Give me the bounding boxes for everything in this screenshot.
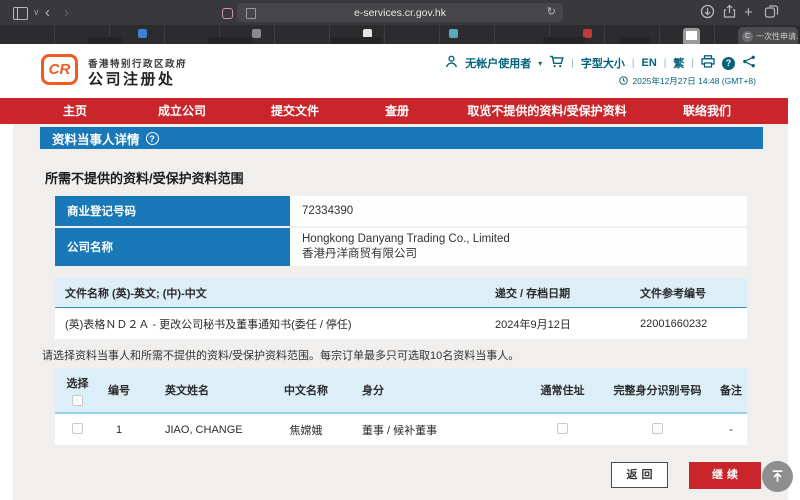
- cart-icon[interactable]: [549, 55, 564, 71]
- doc-name: (英)表格ＮＤ２Ａ - 更改公司秘书及董事通知书(委任 / 停任): [55, 316, 495, 332]
- share-icon[interactable]: [722, 4, 737, 24]
- back-button[interactable]: 返回: [611, 462, 668, 488]
- col-select: 选择: [67, 375, 89, 391]
- row-no: 1: [100, 424, 138, 436]
- tab-label: 一次性申请...: [756, 31, 798, 42]
- data-subject-table-header: 选择 编号 英文姓名 中文名称 身分 通常住址 完整身分识别号码 备注: [55, 368, 747, 414]
- separator: |: [571, 58, 574, 69]
- nav-filing[interactable]: 提交文件: [271, 98, 319, 124]
- doc-date: 2024年9月12日: [495, 316, 640, 332]
- site-header: CR 香港特别行政区政府 公司注册处 无帐户使用者 ▾ | 字型大小 | EN …: [0, 44, 800, 98]
- document-table-header: 文件名称 (英)-英文; (中)-中文 递交 / 存档日期 文件参考编号: [55, 278, 747, 308]
- select-all-checkbox[interactable]: [72, 395, 83, 406]
- scroll-to-top-button[interactable]: [762, 461, 793, 492]
- page-title: 资料当事人详情: [52, 129, 140, 148]
- col-remark: 备注: [715, 382, 747, 398]
- tab-strip: C 一次性申请...: [0, 25, 800, 44]
- col-capacity: 身分: [347, 382, 525, 398]
- address-bar[interactable]: e-services.cr.gov.hk ↻: [237, 3, 563, 22]
- col-doc-name: 文件名称 (英)-英文; (中)-中文: [55, 285, 495, 301]
- col-doc-date: 递交 / 存档日期: [495, 285, 640, 301]
- row-name-en: JIAO, CHANGE: [138, 424, 265, 436]
- arrow-to-top-icon: [770, 469, 785, 484]
- col-id-number: 完整身分识别号码: [600, 382, 715, 398]
- nav-contact[interactable]: 联络我们: [683, 98, 731, 124]
- extension-icon[interactable]: [222, 8, 233, 19]
- lang-en[interactable]: EN: [642, 57, 657, 69]
- company-name-label: 公司名称: [55, 228, 290, 266]
- tab-overview-icon[interactable]: [764, 4, 779, 24]
- col-name-en: 英文姓名: [138, 382, 265, 398]
- reload-icon[interactable]: ↻: [547, 3, 556, 22]
- row-name-zh: 焦嫦娥: [265, 422, 347, 438]
- lang-traditional[interactable]: 繁: [673, 55, 684, 71]
- continue-button[interactable]: 继续: [689, 462, 761, 489]
- dept-title: 公司注册处: [88, 68, 176, 89]
- section-title: 所需不提供的资料/受保护资料范围: [45, 168, 244, 187]
- browser-toolbar: ∨ ‹ › e-services.cr.gov.hk ↻ +: [0, 0, 800, 25]
- row-capacity: 董事 / 候补董事: [347, 422, 525, 438]
- row-remark: -: [715, 424, 747, 436]
- nav-incorporation[interactable]: 成立公司: [158, 98, 206, 124]
- company-name-en: Hongkong Danyang Trading Co., Limited: [302, 232, 747, 247]
- row-select-checkbox[interactable]: [72, 423, 83, 434]
- document-row: (英)表格ＮＤ２Ａ - 更改公司秘书及董事通知书(委任 / 停任) 2024年9…: [55, 308, 747, 339]
- brn-value: 72334390: [302, 204, 747, 219]
- col-doc-ref: 文件参考编号: [640, 285, 747, 301]
- data-subject-row: 1 JIAO, CHANGE 焦嫦娥 董事 / 候补董事 -: [55, 414, 747, 445]
- company-info-table: 商业登记号码 72334390 公司名称 Hongkong Danyang Tr…: [55, 196, 747, 268]
- tab-favicon[interactable]: [138, 29, 147, 38]
- data-subject-table: 选择 编号 英文姓名 中文名称 身分 通常住址 完整身分识别号码 备注 1 JI…: [55, 368, 747, 445]
- nav-withheld-info[interactable]: 取览不提供的资料/受保护资料: [467, 98, 626, 124]
- sidebar-toggle-icon[interactable]: [13, 7, 28, 20]
- back-icon[interactable]: ‹: [45, 0, 50, 25]
- doc-ref: 22001660232: [640, 318, 747, 330]
- account-caret-icon: ▾: [538, 59, 542, 68]
- print-icon[interactable]: [701, 55, 715, 71]
- table-row: 商业登记号码 72334390: [55, 196, 747, 226]
- chevron-down-icon[interactable]: ∨: [33, 0, 40, 25]
- col-no: 编号: [100, 382, 138, 398]
- separator: |: [691, 58, 694, 69]
- new-tab-icon[interactable]: +: [744, 0, 753, 25]
- nav-home[interactable]: 主页: [63, 98, 87, 124]
- font-size-control[interactable]: 字型大小: [581, 55, 625, 71]
- forward-icon[interactable]: ›: [64, 0, 69, 25]
- tab-favicon[interactable]: [252, 29, 261, 38]
- tab-favicon[interactable]: [449, 29, 458, 38]
- company-name-zh: 香港丹洋商贸有限公司: [302, 247, 747, 262]
- brn-label: 商业登记号码: [55, 196, 290, 226]
- page-help-icon[interactable]: ?: [146, 132, 159, 145]
- screen: ∨ ‹ › e-services.cr.gov.hk ↻ +: [0, 0, 800, 500]
- cr-logo[interactable]: CR: [41, 54, 78, 85]
- account-menu[interactable]: 无帐户使用者: [465, 55, 531, 71]
- action-bar: 返回 继续: [0, 462, 800, 490]
- row-id-checkbox[interactable]: [652, 423, 663, 434]
- col-address: 通常住址: [525, 382, 600, 398]
- document-table: 文件名称 (英)-英文; (中)-中文 递交 / 存档日期 文件参考编号 (英)…: [55, 278, 747, 339]
- nav-search[interactable]: 查册: [385, 98, 409, 124]
- separator: |: [632, 58, 635, 69]
- instruction-text: 请选择资料当事人和所需不提供的资料/受保护资料范围。每宗订单最多只可选取10名资…: [42, 347, 519, 363]
- tab-favicon-c: C: [742, 31, 753, 42]
- col-name-zh: 中文名称: [265, 382, 347, 398]
- row-address-checkbox[interactable]: [557, 423, 568, 434]
- share-page-icon[interactable]: [742, 55, 756, 71]
- datetime-text: 2025年12月27日 14:48 (GMT+8): [632, 75, 756, 87]
- separator: |: [664, 58, 667, 69]
- downloads-icon[interactable]: [700, 4, 715, 24]
- main-nav: 主页 成立公司 提交文件 查册 取览不提供的资料/受保护资料 联络我们: [0, 98, 788, 124]
- help-icon[interactable]: ?: [722, 57, 735, 70]
- url-text: e-services.cr.gov.hk: [354, 7, 446, 19]
- page-icon: [246, 8, 256, 19]
- user-icon: [445, 55, 458, 71]
- page-title-bar: 资料当事人详情 ?: [40, 127, 763, 149]
- clock-icon: [619, 76, 628, 87]
- table-row: 公司名称 Hongkong Danyang Trading Co., Limit…: [55, 228, 747, 266]
